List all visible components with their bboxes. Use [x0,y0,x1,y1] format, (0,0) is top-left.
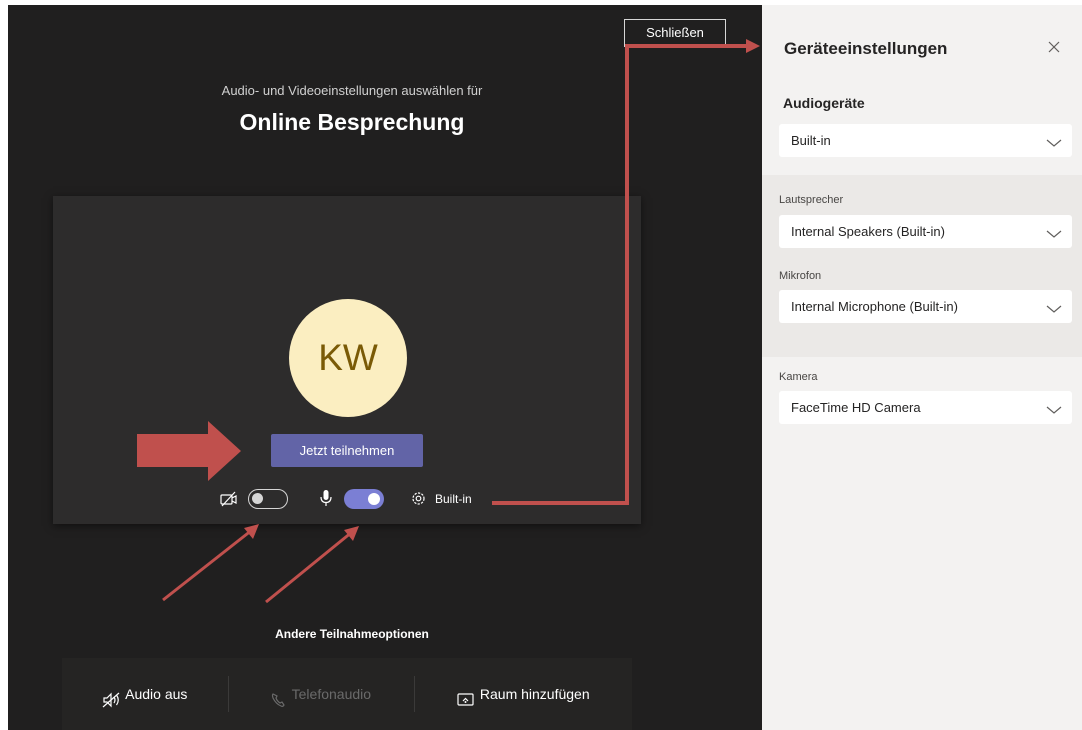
audio-device-value: Built-in [791,133,831,148]
divider [228,676,229,712]
divider [414,676,415,712]
camera-toggle[interactable] [248,489,288,509]
device-settings-panel: Geräteeinstellungen Audiogeräte Built-in… [762,5,1082,730]
meeting-title: Online Besprechung [239,109,465,135]
panel-title: Geräteeinstellungen [784,39,948,58]
microphone-label: Mikrofon [779,270,822,282]
meeting-prejoin-screen: Schließen Audio- und Videoeinstellungen … [8,5,762,730]
video-preview: KW Jetzt teilnehmen Built-in [53,196,641,524]
chevron-down-icon [1046,402,1062,414]
join-now-button[interactable]: Jetzt teilnehmen [271,434,423,467]
phone-audio-label: Telefonaudio [291,686,372,702]
cast-icon [456,687,476,706]
add-room-option[interactable]: Raum hinzufügen [456,678,590,710]
audio-off-label: Audio aus [125,686,188,702]
speaker-select[interactable]: Internal Speakers (Built-in) [779,215,1072,248]
microphone-toggle[interactable] [344,489,384,509]
camera-off-icon [220,491,238,507]
gear-icon[interactable] [410,490,427,507]
microphone-select[interactable]: Internal Microphone (Built-in) [779,290,1072,323]
close-icon[interactable] [1046,39,1062,55]
phone-audio-option[interactable]: Telefonaudio [270,678,371,710]
chevron-down-icon [1046,135,1062,147]
chevron-down-icon [1046,226,1062,238]
camera-select[interactable]: FaceTime HD Camera [779,391,1072,424]
prejoin-subtitle: Audio- und Videoeinstellungen auswählen … [221,83,483,98]
camera-value: FaceTime HD Camera [791,400,921,415]
speaker-value: Internal Speakers (Built-in) [791,224,945,239]
microphone-value: Internal Microphone (Built-in) [791,299,958,314]
microphone-icon [319,489,333,507]
add-room-label: Raum hinzufügen [479,686,590,702]
speaker-label: Lautsprecher [779,194,844,206]
join-options-bar: Audio aus Telefonaudio Raum hinzufügen [62,658,632,730]
device-settings-label[interactable]: Built-in [435,492,472,506]
speaker-off-icon [102,687,122,708]
audio-device-select[interactable]: Built-in [779,124,1072,157]
audio-devices-heading: Audiogeräte [783,95,865,111]
avatar: KW [289,299,407,417]
other-join-options-title: Andere Teilnahmeoptionen [275,627,429,641]
audio-off-option[interactable]: Audio aus [102,678,187,710]
phone-icon [270,687,288,708]
chevron-down-icon [1046,301,1062,313]
camera-label: Kamera [779,371,818,383]
close-button[interactable]: Schließen [624,19,726,47]
